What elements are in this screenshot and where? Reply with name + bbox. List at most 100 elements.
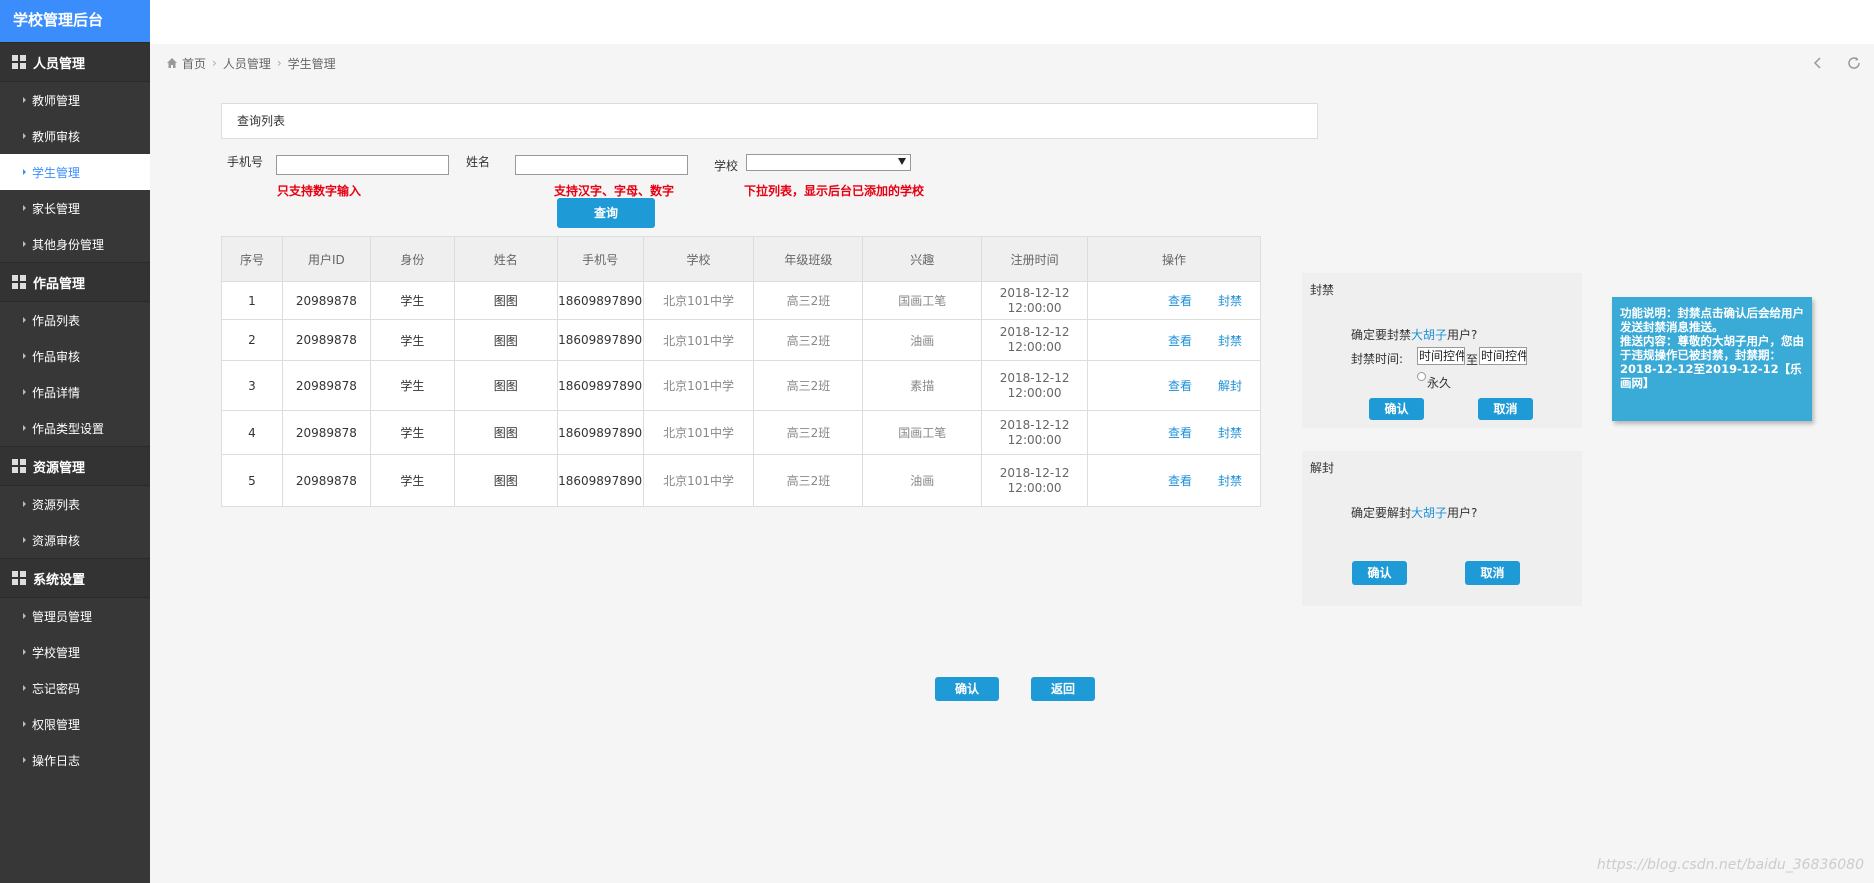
phone-input[interactable]: [276, 155, 449, 175]
ban-link[interactable]: 封禁: [1218, 474, 1242, 488]
table-row: 4 20989878 学生 图图 18609897890 北京101中学 高三2…: [221, 410, 1261, 455]
sidebar-item-label: 教师管理: [32, 93, 81, 108]
ban-link[interactable]: 封禁: [1218, 294, 1242, 308]
sidebar-item-admins[interactable]: 管理员管理: [0, 598, 150, 634]
sidebar-item-permissions[interactable]: 权限管理: [0, 706, 150, 742]
caret-right-icon: [23, 133, 26, 139]
breadcrumb-level1[interactable]: 人员管理: [223, 55, 271, 72]
cell-date: 2018-12-12: [999, 325, 1070, 339]
footer-confirm-button[interactable]: 确认: [935, 677, 999, 701]
sidebar-item-label: 教师审核: [32, 129, 81, 144]
back-arrow-icon[interactable]: [1810, 55, 1826, 71]
grid-icon: [12, 275, 26, 289]
sidebar-group-personnel[interactable]: 人员管理: [0, 42, 150, 82]
dropdown-arrow-icon: [898, 158, 906, 165]
cell-school: 北京101中学: [642, 410, 755, 455]
unban-cancel-button[interactable]: 取消: [1465, 561, 1520, 585]
footer-back-button[interactable]: 返回: [1031, 677, 1095, 701]
sidebar-item-other-identities[interactable]: 其他身份管理: [0, 226, 150, 262]
cell-time: 12:00:00: [1007, 385, 1062, 400]
app-title: 学校管理后台: [0, 0, 150, 42]
cell-grade: 高三2班: [753, 410, 864, 455]
grid-icon: [12, 55, 26, 69]
view-link[interactable]: 查看: [1168, 334, 1192, 348]
sidebar-item-schools[interactable]: 学校管理: [0, 634, 150, 670]
sidebar-item-forgot-password[interactable]: 忘记密码: [0, 670, 150, 706]
cell-phone: 18609897890: [556, 319, 644, 361]
ban-cancel-button[interactable]: 取消: [1478, 398, 1533, 420]
view-link[interactable]: 查看: [1168, 294, 1192, 308]
cell-date: 2018-12-12: [999, 370, 1070, 385]
cell-phone: 18609897890: [556, 410, 644, 455]
sidebar-group-system[interactable]: 系统设置: [0, 558, 150, 598]
sidebar-item-label: 权限管理: [32, 717, 81, 732]
cell-role: 学生: [369, 281, 455, 320]
cell-registered: 2018-12-12 12:00:00: [981, 454, 1089, 507]
cell-user-id: 20989878: [281, 319, 371, 361]
sidebar-group-label: 资源管理: [33, 460, 86, 476]
unban-link[interactable]: 解封: [1218, 379, 1242, 393]
caret-right-icon: [23, 317, 26, 323]
caret-right-icon: [23, 721, 26, 727]
caret-right-icon: [23, 501, 26, 507]
sidebar-item-teacher-review[interactable]: 教师审核: [0, 118, 150, 154]
cell-role: 学生: [369, 454, 455, 507]
sidebar-item-parents[interactable]: 家长管理: [0, 190, 150, 226]
cell-phone: 18609897890: [556, 360, 644, 411]
sidebar-item-work-review[interactable]: 作品审核: [0, 338, 150, 374]
cell-phone: 18609897890: [556, 454, 644, 507]
prompt-username: 大胡子: [1411, 328, 1448, 342]
view-link[interactable]: 查看: [1168, 474, 1192, 488]
ban-link[interactable]: 封禁: [1218, 426, 1242, 440]
cell-date: 2018-12-12: [999, 417, 1070, 432]
search-button[interactable]: 查询: [557, 198, 655, 228]
cell-registered: 2018-12-12 12:00:00: [981, 410, 1089, 455]
cell-role: 学生: [369, 360, 455, 411]
breadcrumb-home[interactable]: 首页: [182, 55, 206, 72]
ban-time-label: 封禁时间:: [1351, 352, 1404, 366]
ban-confirm-button[interactable]: 确认: [1369, 398, 1424, 420]
ban-end-time-input[interactable]: 时间控件: [1479, 347, 1527, 365]
ban-start-time-input[interactable]: 时间控件: [1417, 347, 1465, 365]
sidebar-item-teachers[interactable]: 教师管理: [0, 82, 150, 118]
sidebar-item-work-details[interactable]: 作品详情: [0, 374, 150, 410]
breadcrumb-separator: ›: [212, 56, 217, 70]
ban-dialog-prompt: 确定要封禁大胡子用户?: [1351, 326, 1477, 343]
column-header-interest: 兴趣: [862, 236, 983, 282]
name-hint: 支持汉字、字母、数字: [554, 184, 675, 198]
column-header-school: 学校: [642, 236, 755, 282]
view-link[interactable]: 查看: [1168, 379, 1192, 393]
refresh-icon[interactable]: [1846, 55, 1862, 71]
cell-time: 12:00:00: [1007, 340, 1062, 354]
unban-confirm-button[interactable]: 确认: [1352, 561, 1407, 585]
table-row: 2 20989878 学生 图图 18609897890 北京101中学 高三2…: [221, 319, 1261, 361]
cell-no: 2: [221, 319, 283, 361]
sidebar-item-resource-review[interactable]: 资源审核: [0, 522, 150, 558]
cell-interest: 素描: [862, 360, 983, 411]
ban-to-text: 至: [1466, 353, 1479, 367]
phone-label: 手机号: [227, 155, 264, 169]
breadcrumb-separator: ›: [276, 56, 282, 70]
sidebar-item-work-types[interactable]: 作品类型设置: [0, 410, 150, 446]
sidebar-group-works[interactable]: 作品管理: [0, 262, 150, 302]
caret-right-icon: [23, 205, 26, 211]
unban-dialog-title: 解封: [1310, 461, 1335, 475]
sidebar-item-label: 管理员管理: [32, 609, 93, 624]
ban-link[interactable]: 封禁: [1218, 334, 1242, 348]
sidebar-item-resource-list[interactable]: 资源列表: [0, 486, 150, 522]
school-select[interactable]: [746, 154, 911, 171]
cell-name: 图图: [453, 454, 558, 507]
sidebar-item-label: 作品列表: [32, 313, 81, 328]
view-link[interactable]: 查看: [1168, 426, 1192, 440]
breadcrumb-tools: [1810, 55, 1862, 71]
sidebar-group-resources[interactable]: 资源管理: [0, 446, 150, 486]
name-input[interactable]: [515, 155, 688, 175]
cell-name: 图图: [453, 360, 558, 411]
sidebar-item-students[interactable]: 学生管理: [0, 154, 150, 190]
student-table: 序号 用户ID 身份 姓名 手机号 学校 年级班级 兴趣 注册时间 操作 1 2…: [221, 236, 1261, 507]
cell-no: 4: [221, 410, 283, 455]
forever-radio[interactable]: [1417, 372, 1426, 381]
sidebar-item-label: 作品审核: [32, 349, 81, 364]
sidebar-item-operation-log[interactable]: 操作日志: [0, 742, 150, 778]
sidebar-item-work-list[interactable]: 作品列表: [0, 302, 150, 338]
